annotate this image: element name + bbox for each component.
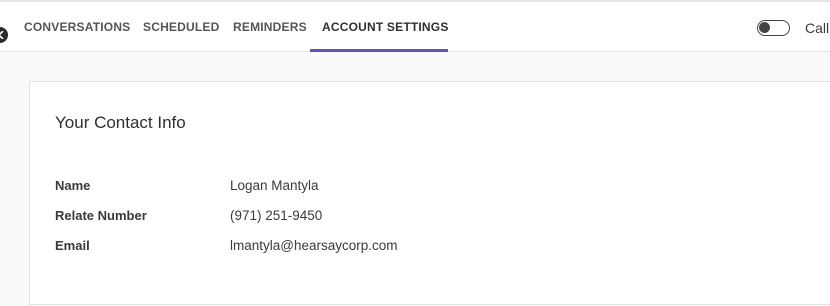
- email-value: lmantyla@hearsaycorp.com: [230, 238, 398, 253]
- relate-number-value: (971) 251-9450: [230, 208, 323, 223]
- contact-info-card: Your Contact Info Name Logan Mantyla Rel…: [29, 81, 830, 305]
- card-title: Your Contact Info: [55, 113, 186, 132]
- name-value: Logan Mantyla: [230, 178, 319, 193]
- tab-scheduled[interactable]: SCHEDULED: [143, 2, 219, 52]
- top-nav-bar: CONVERSATIONS SCHEDULED REMINDERS ACCOUN…: [0, 0, 830, 52]
- name-label: Name: [55, 178, 91, 193]
- tab-account-settings[interactable]: ACCOUNT SETTINGS: [322, 2, 449, 52]
- email-label: Email: [55, 238, 90, 253]
- close-icon[interactable]: [0, 27, 8, 43]
- tab-reminders[interactable]: REMINDERS: [233, 2, 307, 52]
- call-toggle[interactable]: [757, 20, 790, 36]
- active-tab-indicator: [310, 49, 448, 52]
- relate-number-label: Relate Number: [55, 208, 147, 223]
- call-toggle-label: Call: [805, 20, 830, 36]
- toggle-knob: [759, 22, 770, 33]
- tab-conversations[interactable]: CONVERSATIONS: [24, 2, 130, 52]
